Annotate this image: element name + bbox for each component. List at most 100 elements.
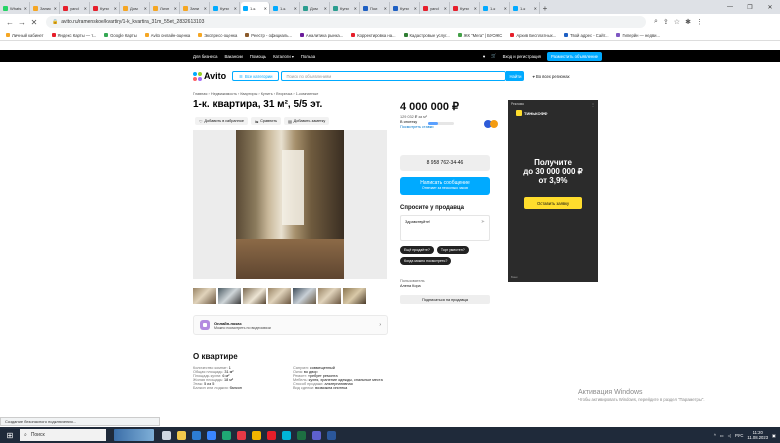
bookmark-item[interactable]: Архив Бесплатных... (510, 33, 556, 38)
app-icon[interactable] (282, 430, 291, 440)
menu-icon[interactable]: ⋮ (696, 18, 703, 26)
task-view-icon[interactable] (162, 430, 171, 440)
topbar-link[interactable]: Для бизнеса (193, 54, 217, 59)
subscribe-button[interactable]: Подписаться на продавца (400, 295, 490, 304)
breadcrumb[interactable]: Главная › Недвижимость › Квартиры › Купи… (193, 92, 318, 96)
bookmark-item[interactable]: Твой адрес - Сайт... (564, 33, 608, 38)
share-icon[interactable]: ⇪ (663, 18, 669, 26)
chrome-icon[interactable] (252, 430, 261, 440)
thumbnail[interactable] (218, 288, 241, 304)
tab-close-icon[interactable]: ✕ (84, 6, 87, 11)
browser-tab[interactable]: Личн ✕ (151, 2, 180, 14)
browser-tab[interactable]: Whats ✕ (1, 2, 30, 14)
topbar-link[interactable]: Помощь (250, 54, 266, 59)
browser-tab[interactable]: 1-к. ✕ (271, 2, 300, 14)
tab-close-icon[interactable]: ✕ (114, 6, 117, 11)
note-button[interactable]: ▤ Добавить заметку (284, 117, 330, 125)
tab-close-icon[interactable]: ✕ (24, 6, 27, 11)
url-field[interactable]: 🔒 avito.ru/ramenskoe/kvartiry/1-k_kvarti… (46, 16, 646, 28)
ad-info-icon[interactable]: ⋮ (591, 102, 595, 107)
tab-close-icon[interactable]: ✕ (294, 6, 297, 11)
browser-tab[interactable]: Купи ✕ (331, 2, 360, 14)
login-link[interactable]: Вход и регистрация (503, 54, 541, 59)
tab-close-icon[interactable]: ✕ (474, 6, 477, 11)
avito-logo[interactable]: Avito (193, 71, 226, 81)
browser-tab[interactable]: yand ✕ (421, 2, 450, 14)
tab-close-icon[interactable]: ✕ (324, 6, 327, 11)
compare-button[interactable]: ⇋ Сравнить (250, 117, 282, 125)
ad-cta-button[interactable]: Оставить заявку (524, 197, 582, 209)
thumbnail[interactable] (343, 288, 366, 304)
bookmark-item[interactable]: ЖК "Мега" | БУОЖС (457, 33, 502, 38)
word-icon[interactable] (327, 430, 336, 440)
tab-close-icon[interactable]: ✕ (414, 6, 417, 11)
browser-tab[interactable]: Запи ✕ (181, 2, 210, 14)
bookmark-item[interactable]: Гиперйн — недви... (616, 33, 660, 38)
favorite-button[interactable]: ♡ Добавить в избранное (195, 117, 248, 125)
seller-name[interactable]: Алена Кора (400, 284, 421, 288)
taskbar-search[interactable]: ⌕ Поиск (20, 429, 106, 441)
zoom-icon[interactable]: ⌕ (654, 18, 658, 26)
browser-tab[interactable]: Пои ✕ (361, 2, 390, 14)
find-button[interactable]: Найти (506, 71, 525, 81)
mail-icon[interactable] (207, 430, 216, 440)
bookmark-item[interactable]: Avito онлайн-оценка (144, 33, 190, 38)
bookmark-item[interactable]: Яндекс Карты — т... (51, 33, 96, 38)
mortgage-rates-link[interactable]: Посмотреть ставки (400, 125, 434, 129)
browser-tab[interactable]: Дом ✕ (301, 2, 330, 14)
maximize-button[interactable]: ❐ (740, 0, 760, 14)
yandex-icon[interactable] (267, 430, 276, 440)
thumbnail[interactable] (318, 288, 341, 304)
bookmark-item[interactable]: Кадастровые услуг... (403, 33, 450, 38)
tab-close-icon[interactable]: ✕ (204, 6, 207, 11)
search-input[interactable]: Поиск по объявлениям (281, 71, 507, 81)
thumbnail[interactable] (268, 288, 291, 304)
browser-tab[interactable]: Дом ✕ (121, 2, 150, 14)
app-icon[interactable] (312, 430, 321, 440)
bookmark-item[interactable]: Личный кабинет (6, 33, 44, 38)
tray-chevron-icon[interactable]: ^ (714, 433, 716, 438)
quick-question-chip[interactable]: Ещё продаёте? (400, 246, 434, 254)
bookmark-item[interactable]: Реестр - официаль... (245, 33, 292, 38)
volume-icon[interactable]: ◁ (728, 433, 731, 438)
forward-icon[interactable]: → (16, 18, 28, 27)
store-icon[interactable] (192, 430, 201, 440)
topbar-link[interactable]: Каталоги ▾ (273, 54, 294, 59)
tab-close-icon[interactable]: ✕ (384, 6, 387, 11)
topbar-link[interactable]: Вакансии (224, 54, 242, 59)
tab-close-icon[interactable]: ✕ (54, 6, 57, 11)
post-ad-button[interactable]: Разместить объявление (546, 51, 602, 61)
edge-icon[interactable] (222, 430, 231, 440)
tab-close-icon[interactable]: ✕ (234, 6, 237, 11)
new-tab-button[interactable]: + (540, 2, 550, 14)
heart-icon[interactable]: ♥ (483, 54, 486, 59)
tab-close-icon[interactable]: ✕ (444, 6, 447, 11)
show-phone-button[interactable]: 8 958 762-34-46 (400, 155, 490, 171)
back-icon[interactable]: ← (4, 18, 16, 27)
windows-start-icon[interactable]: ⊞ (0, 431, 20, 440)
tab-close-icon[interactable]: ✕ (144, 6, 147, 11)
minimize-button[interactable]: — (720, 0, 740, 14)
bookmark-item[interactable]: Google Карты (104, 33, 137, 38)
explorer-icon[interactable] (177, 430, 186, 440)
clock[interactable]: 11:20 11.08.2023 (747, 430, 768, 440)
browser-tab[interactable]: 1-к. ✕ (241, 2, 270, 14)
extensions-icon[interactable]: ✱ (685, 18, 691, 26)
tab-close-icon[interactable]: ✕ (174, 6, 177, 11)
browser-tab[interactable]: Купи ✕ (451, 2, 480, 14)
notifications-icon[interactable]: ▣ (772, 433, 776, 438)
ad-banner[interactable]: Реклама ⋮ ТИНЬКОФФ Получите до 30 000 00… (508, 100, 598, 282)
star-icon[interactable]: ☆ (674, 18, 680, 26)
cart-icon[interactable]: 🛒 (491, 53, 496, 59)
online-viewing-banner[interactable]: Онлайн-показ Можно посмотреть по видеосв… (193, 315, 388, 335)
language-indicator[interactable]: РУС (735, 433, 743, 438)
region-selector[interactable]: ⌖ Во всех регионах (532, 74, 569, 79)
thumbnail[interactable] (243, 288, 266, 304)
all-categories-button[interactable]: ☰ Все категории (232, 71, 280, 81)
taskbar-widget[interactable] (114, 429, 154, 441)
bookmark-item[interactable]: Аналитика рынка... (299, 33, 343, 38)
close-window-button[interactable]: ✕ (760, 0, 780, 14)
tab-close-icon[interactable]: ✕ (264, 6, 267, 11)
browser-tab[interactable]: yand ✕ (61, 2, 90, 14)
browser-tab[interactable]: 1-к ✕ (511, 2, 540, 14)
